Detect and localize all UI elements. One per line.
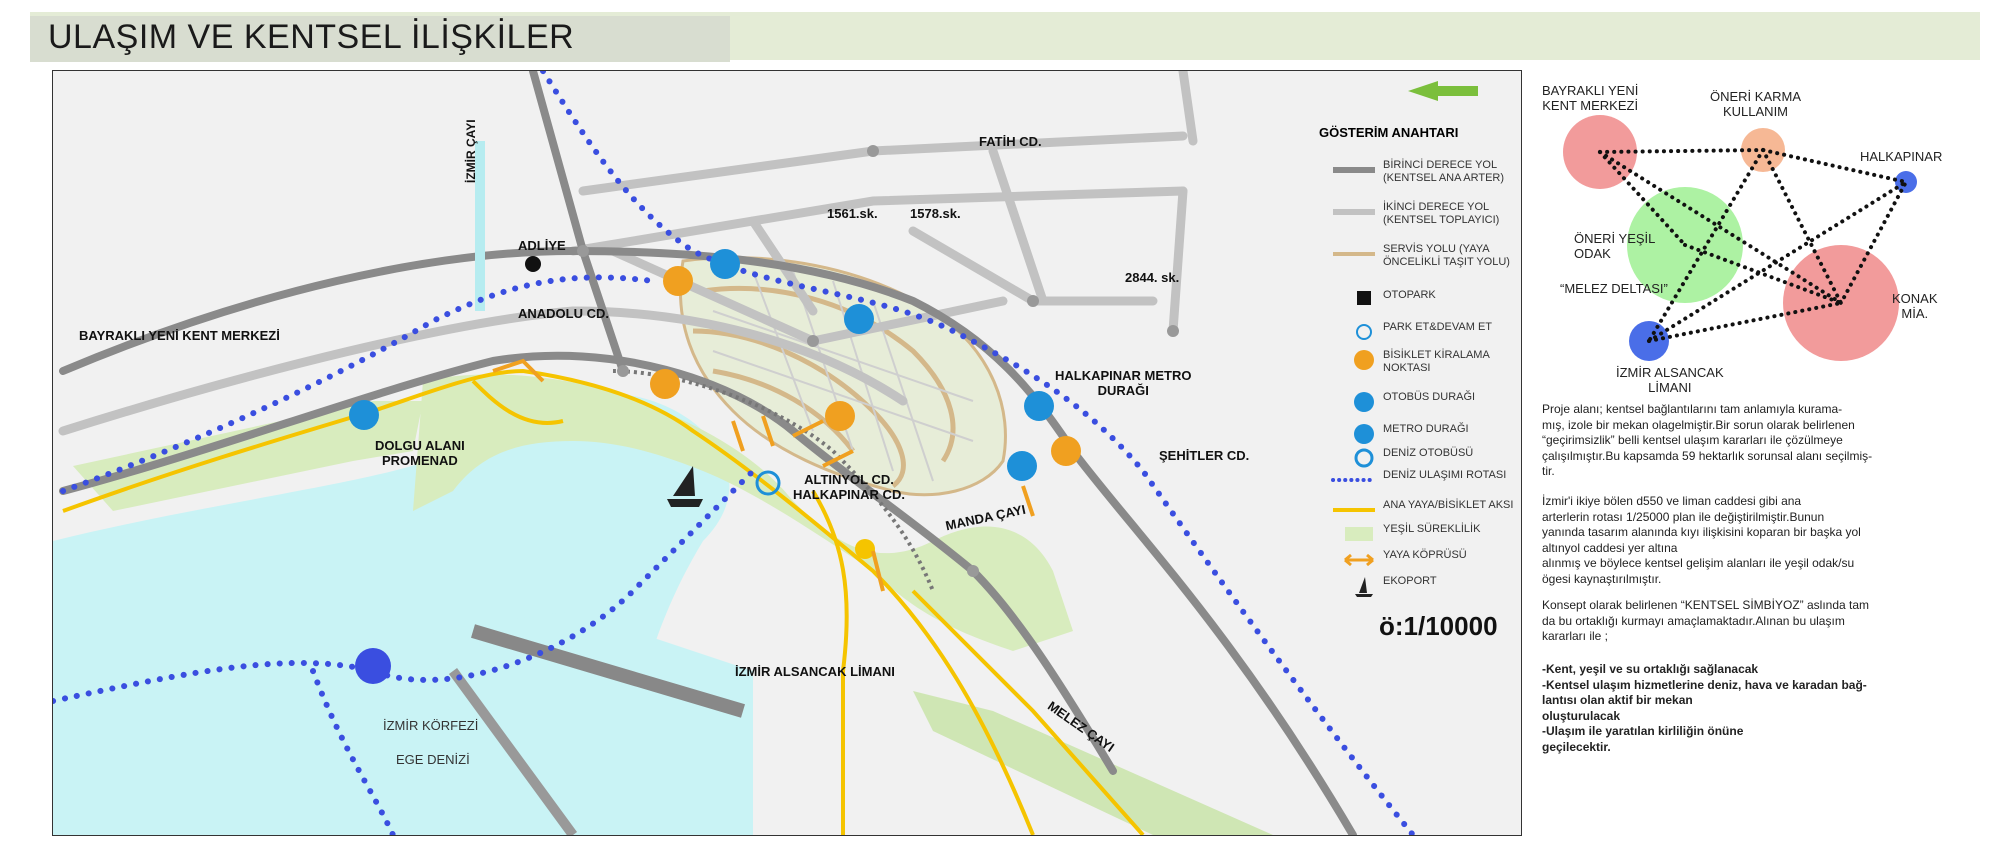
service-road (1333, 252, 1375, 256)
legend-item-label: YEŞİL SÜREKLİLİK (1383, 523, 1481, 535)
legend-item-label: İKİNCİ DERECE YOL (KENTSEL TOPLAYICI) (1383, 201, 1500, 227)
legend-item: METRO DURAĞI (1354, 423, 1521, 444)
legend-item-label: METRO DURAĞI (1383, 423, 1469, 435)
adliye-marker (525, 256, 541, 272)
pedestrian-node (855, 539, 875, 559)
bus-icon (1354, 392, 1374, 412)
legend-item: EKOPORT (1355, 575, 1521, 597)
legend-item: BİRİNCİ DERECE YOL (KENTSEL ANA ARTER) (1333, 159, 1521, 185)
legend-item: OTOPARK (1357, 289, 1521, 305)
legend-item-label: SERVİS YOLU (YAYA ÖNCELİKLİ TAŞIT YOLU) (1383, 243, 1510, 269)
diagram-label-yesil: ÖNERİ YEŞİL ODAK (1574, 231, 1656, 261)
pedestrian-axis (1333, 508, 1375, 512)
diagram-label-halkapinar: HALKAPINAR (1860, 149, 1943, 164)
diagram-label-melez: “MELEZ DELTASI” (1560, 281, 1668, 296)
map-canvas (53, 71, 1521, 835)
legend-item: OTOBÜS DURAĞI (1354, 391, 1521, 412)
label-1578: 1578.sk. (910, 206, 961, 221)
sea-route (1331, 478, 1377, 482)
legend-item-label: OTOPARK (1383, 289, 1436, 301)
legend-item: DENİZ ULAŞIMI ROTASI (1331, 469, 1521, 482)
map-panel[interactable]: BAYRAKLI YENİ KENT MERKEZİ ADLİYE ANADOL… (52, 70, 1522, 836)
legend-item: SERVİS YOLU (YAYA ÖNCELİKLİ TAŞIT YOLU) (1333, 243, 1521, 269)
diagram-label-karma: ÖNERİ KARMA KULLANIM (1710, 89, 1802, 119)
legend-item: İKİNCİ DERECE YOL (KENTSEL TOPLAYICI) (1333, 201, 1521, 227)
legend-item: PARK ET&DEVAM ET (1356, 321, 1521, 340)
legend-item: ANA YAYA/BİSİKLET AKSI (1333, 499, 1521, 512)
bus-icon (1007, 451, 1037, 481)
metro-icon (1024, 391, 1054, 421)
label-bayrakli: BAYRAKLI YENİ KENT MERKEZİ (79, 328, 280, 343)
diagram-label-alsancak: İZMİR ALSANCAK LİMANI (1616, 365, 1724, 395)
legend-item: DENİZ OTOBÜSÜ (1354, 447, 1521, 468)
label-altinyol: ALTINYOL CD. HALKAPINAR CD. (793, 472, 905, 502)
label-izmir-cayi: İZMİR ÇAYI (464, 119, 478, 183)
legend-item: YAYA KÖPRÜSÜ (1344, 549, 1521, 567)
legend-item: BİSİKLET KİRALAMA NOKTASI (1354, 349, 1521, 375)
legend-item: YEŞİL SÜREKLİLİK (1345, 523, 1521, 541)
secondary-road (1333, 209, 1375, 215)
parking-icon (1357, 291, 1371, 305)
diagram-label-konak: KONAK MİA. (1892, 291, 1938, 321)
footbridge-icon (1344, 553, 1374, 567)
label-fatih: FATİH CD. (979, 134, 1042, 149)
bicycle-icon (663, 266, 693, 296)
legend-item-label: DENİZ OTOBÜSÜ (1383, 447, 1474, 459)
description-p4: -Kent, yeşil ve su ortaklığı sağlanacak … (1542, 662, 1867, 754)
label-anadolu: ANADOLU CD. (518, 306, 609, 321)
sea-route-hub (355, 648, 391, 684)
legend-title: GÖSTERİM ANAHTARI (1319, 125, 1459, 140)
bicycle-icon (1051, 436, 1081, 466)
bicycle-icon (825, 401, 855, 431)
legend-item-label: YAYA KÖPRÜSÜ (1383, 549, 1467, 561)
green-continuity (1345, 527, 1373, 541)
label-halkapinar-metro: HALKAPINAR METRO DURAĞI (1055, 368, 1192, 398)
metro-icon (1354, 424, 1374, 444)
label-dolgu: DOLGU ALANI PROMENAD (375, 438, 465, 468)
label-korfez: İZMİR KÖRFEZİ (383, 718, 479, 733)
legend-item-label: PARK ET&DEVAM ET (1383, 321, 1493, 333)
legend-item-label: EKOPORT (1383, 575, 1437, 587)
sailboat-icon (1355, 577, 1373, 597)
bicycle-icon (650, 369, 680, 399)
ship-wheel-icon (1354, 448, 1374, 468)
label-2844: 2844. sk. (1125, 270, 1180, 285)
legend-item-label: DENİZ ULAŞIMI ROTASI (1383, 469, 1507, 481)
legend-item-label: ANA YAYA/BİSİKLET AKSI (1383, 499, 1514, 511)
description-p3: Konsept olarak belirlenen “KENTSEL SİMBİ… (1542, 598, 1870, 644)
legend-item-label: BİSİKLET KİRALAMA NOKTASI (1383, 349, 1490, 375)
legend-item-label: BİRİNCİ DERECE YOL (KENTSEL ANA ARTER) (1383, 159, 1505, 185)
label-ege: EGE DENİZİ (396, 752, 470, 767)
north-arrow-bar (1438, 86, 1478, 96)
label-sehitler: ŞEHİTLER CD. (1159, 448, 1250, 463)
description-p1: Proje alanı; kentsel bağlantılarını tam … (1542, 402, 1873, 479)
node-halkapinar (1895, 171, 1917, 193)
label-alsancak-limani: İZMİR ALSANCAK LİMANI (735, 664, 895, 679)
legend-item-label: OTOBÜS DURAĞI (1383, 391, 1476, 403)
metro-icon (844, 304, 874, 334)
bus-icon (710, 249, 740, 279)
park-ride-icon (1356, 324, 1372, 340)
label-1561: 1561.sk. (827, 206, 878, 221)
diagram-label-bayrakli: BAYRAKLI YENİ KENT MERKEZİ (1542, 83, 1639, 113)
bicycle-icon (1354, 350, 1374, 370)
label-adliye: ADLİYE (518, 238, 566, 253)
bus-icon (349, 400, 379, 430)
primary-road (1333, 167, 1375, 173)
page-title: ULAŞIM VE KENTSEL İLİŞKİLER (48, 18, 575, 56)
description-p2: İzmir'i ikiye bölen d550 ve liman caddes… (1542, 494, 1861, 586)
scale-text: ö:1/10000 (1379, 611, 1498, 641)
